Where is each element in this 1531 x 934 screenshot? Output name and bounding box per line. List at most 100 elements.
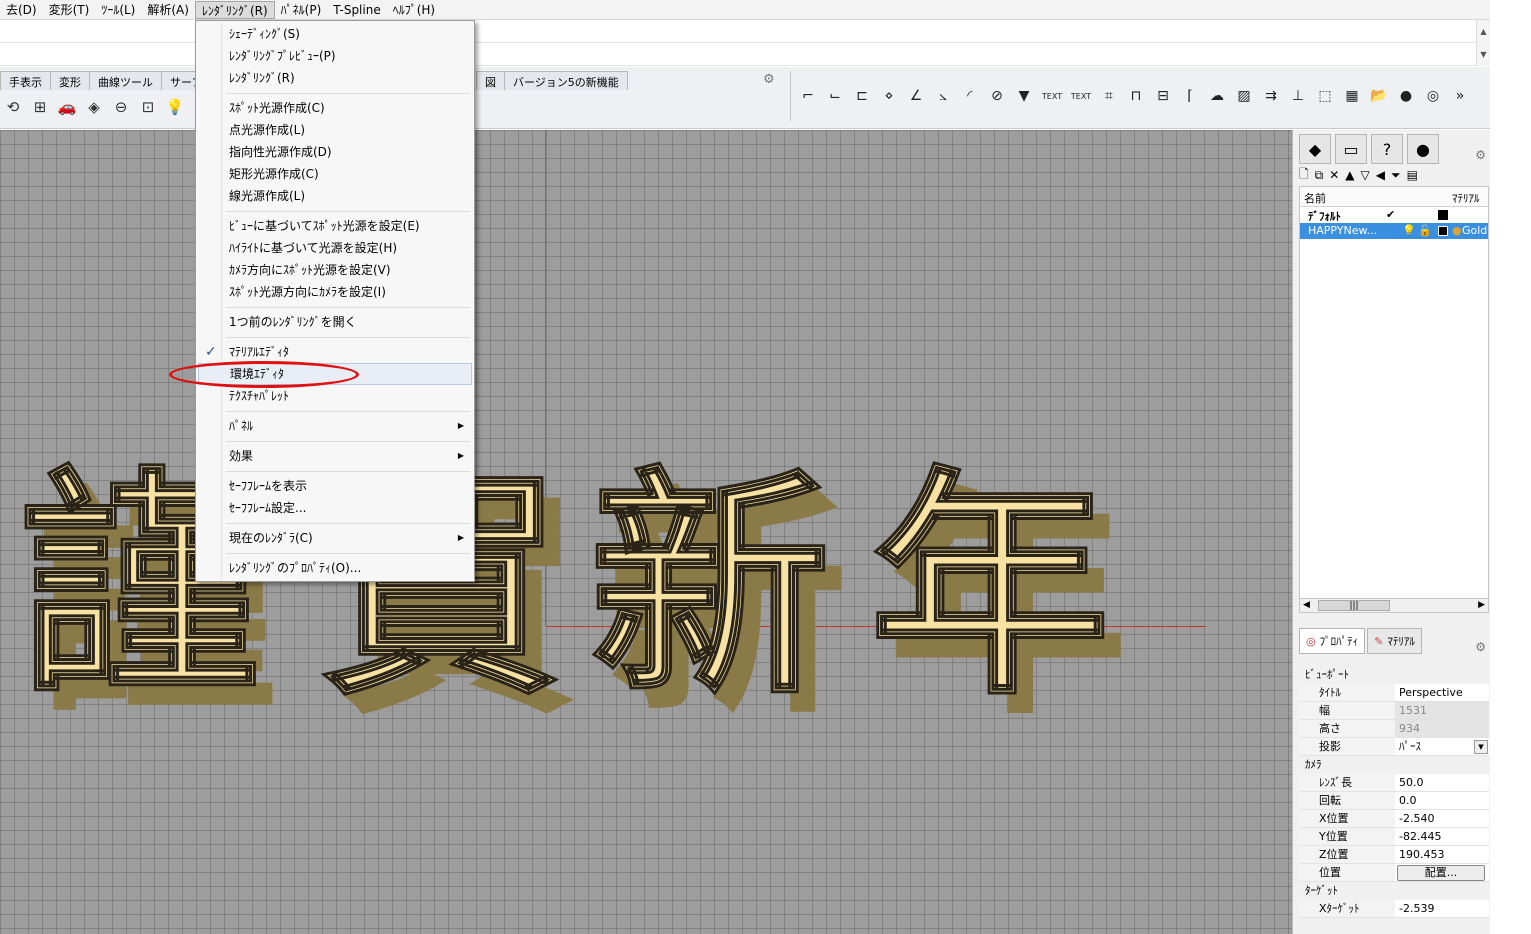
dimension-aligned-icon[interactable]: ⊏ [851, 84, 873, 108]
x-position-field[interactable]: -2.540 [1395, 810, 1489, 827]
render-tab-icon[interactable]: ● [1407, 134, 1439, 164]
dimension-vertical-icon[interactable]: ⌙ [824, 84, 846, 108]
menu-panels[interactable]: ﾊﾟﾈﾙ(P) [275, 1, 328, 19]
tab-properties[interactable]: ◎ ﾌﾟﾛﾊﾟﾃｨ [1299, 628, 1366, 654]
rotate-view-icon[interactable]: ⟲ [2, 96, 24, 118]
display-tab-icon[interactable]: ▭ [1335, 134, 1367, 164]
command-scrollbar[interactable]: ▲ ▼ [1476, 20, 1490, 66]
menu-item-render-properties[interactable]: ﾚﾝﾀﾞﾘﾝｸﾞのﾌﾟﾛﾊﾟﾃｨ(O)... [198, 557, 472, 579]
move-left-icon[interactable]: ◀ [1376, 168, 1385, 182]
layer-list-hscrollbar[interactable]: ◀ ||| ▶ [1299, 598, 1489, 613]
menu-item-camera-to-spot[interactable]: ｽﾎﾟｯﾄ光源方向にｶﾒﾗを設定(I) [198, 281, 472, 303]
z-position-field[interactable]: 190.453 [1395, 846, 1489, 863]
menu-item-spotlight[interactable]: ｽﾎﾟｯﾄ光源作成(C) [198, 97, 472, 119]
spiral-icon[interactable]: ◎ [1422, 84, 1444, 108]
menu-item-material-editor[interactable]: ✓ ﾏﾃﾘｱﾙｴﾃﾞｨﾀ [198, 341, 472, 363]
scroll-up-icon[interactable]: ▲ [1477, 20, 1490, 43]
scroll-thumb[interactable]: ||| [1318, 600, 1390, 611]
current-layer-checkmark[interactable]: ✔ [1386, 208, 1395, 221]
menu-item-render-preview[interactable]: ﾚﾝﾀﾞﾘﾝｸﾞﾌﾟﾚﾋﾞｭｰ(P) [198, 45, 472, 67]
menu-item-render[interactable]: ﾚﾝﾀﾞﾘﾝｸﾞ(R) [198, 67, 472, 89]
hatch-lines-icon[interactable]: ⊟ [1152, 84, 1174, 108]
menu-render[interactable]: ﾚﾝﾀﾞﾘﾝｸﾞ(R) [194, 0, 275, 19]
menu-edit[interactable]: 去(D) [0, 1, 43, 19]
menu-item-spot-from-view[interactable]: ﾋﾞｭｰに基づいてｽﾎﾟｯﾄ光源を設定(E) [198, 215, 472, 237]
menu-item-effects[interactable]: 効果 ▶ [198, 445, 472, 467]
menu-item-shading[interactable]: ｼｪｰﾃﾞｨﾝｸﾞ(S) [198, 23, 472, 45]
new-layer-icon[interactable]: 🗋 [1299, 165, 1309, 186]
menu-item-open-last-render[interactable]: 1つ前のﾚﾝﾀﾞﾘﾝｸﾞを開く [198, 311, 472, 333]
menu-item-panels[interactable]: ﾊﾟﾈﾙ ▶ [198, 415, 472, 437]
wireframe-icon[interactable]: ◈ [83, 96, 105, 118]
layer-row-default[interactable]: ﾃﾞﾌｫﾙﾄ ✔ [1300, 207, 1488, 223]
menu-item-current-renderer[interactable]: 現在のﾚﾝﾀﾞﾗ(C) ▶ [198, 527, 472, 549]
menu-tspline[interactable]: T-Spline [327, 1, 386, 19]
scroll-left-icon[interactable]: ◀ [1303, 600, 1310, 610]
menu-item-rectangular-light[interactable]: 矩形光源作成(C) [198, 163, 472, 185]
menu-analyze[interactable]: 解析(A) [141, 1, 195, 19]
y-position-field[interactable]: -82.445 [1395, 828, 1489, 845]
menu-transform[interactable]: 変形(T) [43, 1, 96, 19]
layer-color-swatch[interactable] [1438, 210, 1448, 220]
tab-transform[interactable]: 変形 [50, 71, 90, 90]
box-icon[interactable]: ⬚ [1314, 84, 1336, 108]
menu-help[interactable]: ﾍﾙﾌﾟ(H) [387, 1, 441, 19]
circle-minus-icon[interactable]: ⊖ [110, 96, 132, 118]
tab-display[interactable]: 手表示 [0, 71, 51, 90]
layers-tab-icon[interactable]: ◆ [1299, 134, 1331, 164]
delete-layer-icon[interactable]: ✕ [1329, 168, 1339, 182]
material-ball-icon[interactable]: ● [1452, 224, 1462, 237]
gear-icon[interactable]: ⚙ [763, 72, 775, 87]
scroll-down-icon[interactable]: ▼ [1477, 43, 1490, 66]
scroll-right-icon[interactable]: ▶ [1478, 600, 1485, 610]
help-tab-icon[interactable]: ? [1371, 134, 1403, 164]
projection-select[interactable]: ﾊﾟｰｽ ▼ [1395, 738, 1489, 755]
table-icon[interactable]: ▦ [1341, 84, 1363, 108]
menu-item-spot-to-camera[interactable]: ｶﾒﾗ方向にｽﾎﾟｯﾄ光源を設定(V) [198, 259, 472, 281]
dimension-text-icon[interactable]: ⊥ [1287, 84, 1309, 108]
lens-length-field[interactable]: 50.0 [1395, 774, 1489, 791]
place-button[interactable]: 配置... [1397, 865, 1485, 881]
dimension-horizontal-icon[interactable]: ⌐ [797, 84, 819, 108]
cloud-icon[interactable]: ☁ [1206, 84, 1228, 108]
tab-material[interactable]: ✎ ﾏﾃﾘｱﾙ [1367, 628, 1422, 654]
menu-item-point-light[interactable]: 点光源作成(L) [198, 119, 472, 141]
menu-item-directional-light[interactable]: 指向性光源作成(D) [198, 141, 472, 163]
gear-icon[interactable]: ⚙ [1475, 640, 1486, 654]
light-bulb-icon[interactable]: 💡 [1402, 224, 1416, 237]
perspective-viewport[interactable]: 謹 謹 賀 賀 新 新 年 年 [0, 130, 1292, 934]
make-2d-icon[interactable]: ⇉ [1260, 84, 1282, 108]
leader-icon[interactable]: ⌈ [1179, 84, 1201, 108]
hatch-icon[interactable]: ▨ [1233, 84, 1255, 108]
new-sublayer-icon[interactable]: ⧉ [1315, 168, 1324, 183]
text-block-icon[interactable]: TEXT [1069, 84, 1093, 108]
layer-row-happynew[interactable]: HAPPYNew... 💡 🔓 ● Gold [1300, 223, 1488, 239]
more-icon[interactable]: » [1449, 84, 1471, 108]
menu-item-linear-light[interactable]: 線光源作成(L) [198, 185, 472, 207]
title-field[interactable]: Perspective [1395, 684, 1489, 701]
balloon-icon[interactable]: ⌗ [1098, 84, 1120, 108]
dimension-rotated-icon[interactable]: ⋄ [878, 84, 900, 108]
dimension-diameter-icon[interactable]: ⊘ [986, 84, 1008, 108]
folder-icon[interactable]: 📂 [1368, 84, 1390, 108]
ordinate-icon[interactable]: ⊓ [1125, 84, 1147, 108]
menu-tools[interactable]: ﾂｰﾙ(L) [95, 1, 141, 19]
car-icon[interactable]: 🚗 [56, 96, 78, 118]
menu-item-safe-frame-settings[interactable]: ｾｰﾌﾌﾚｰﾑ設定... [198, 497, 472, 519]
chevron-down-icon[interactable]: ▼ [1474, 740, 1488, 754]
lock-icon[interactable]: 🔓 [1418, 224, 1432, 237]
tab-new-in-v5[interactable]: バージョン5の新機能 [504, 71, 628, 90]
menu-item-texture-palette[interactable]: ﾃｸｽﾁｬﾊﾟﾚｯﾄ [198, 385, 472, 407]
tab-curve-tools[interactable]: 曲線ツール [89, 71, 162, 90]
rotation-field[interactable]: 0.0 [1395, 792, 1489, 809]
x-target-field[interactable]: -2.539 [1395, 900, 1489, 917]
dimension-radius-icon[interactable]: ◜ [959, 84, 981, 108]
dimension-45-icon[interactable]: ⦣ [932, 84, 954, 108]
light-bulb-icon[interactable]: 💡 [164, 96, 186, 118]
snap-icon[interactable]: ⊡ [137, 96, 159, 118]
viewport-grid-icon[interactable]: ⊞ [29, 96, 51, 118]
black-sphere-icon[interactable]: ● [1395, 84, 1417, 108]
clipboard-icon[interactable]: ▤ [1407, 168, 1418, 182]
filter-icon[interactable]: ⏷ [1391, 168, 1401, 183]
menu-item-show-safe-frame[interactable]: ｾｰﾌﾌﾚｰﾑを表示 [198, 475, 472, 497]
